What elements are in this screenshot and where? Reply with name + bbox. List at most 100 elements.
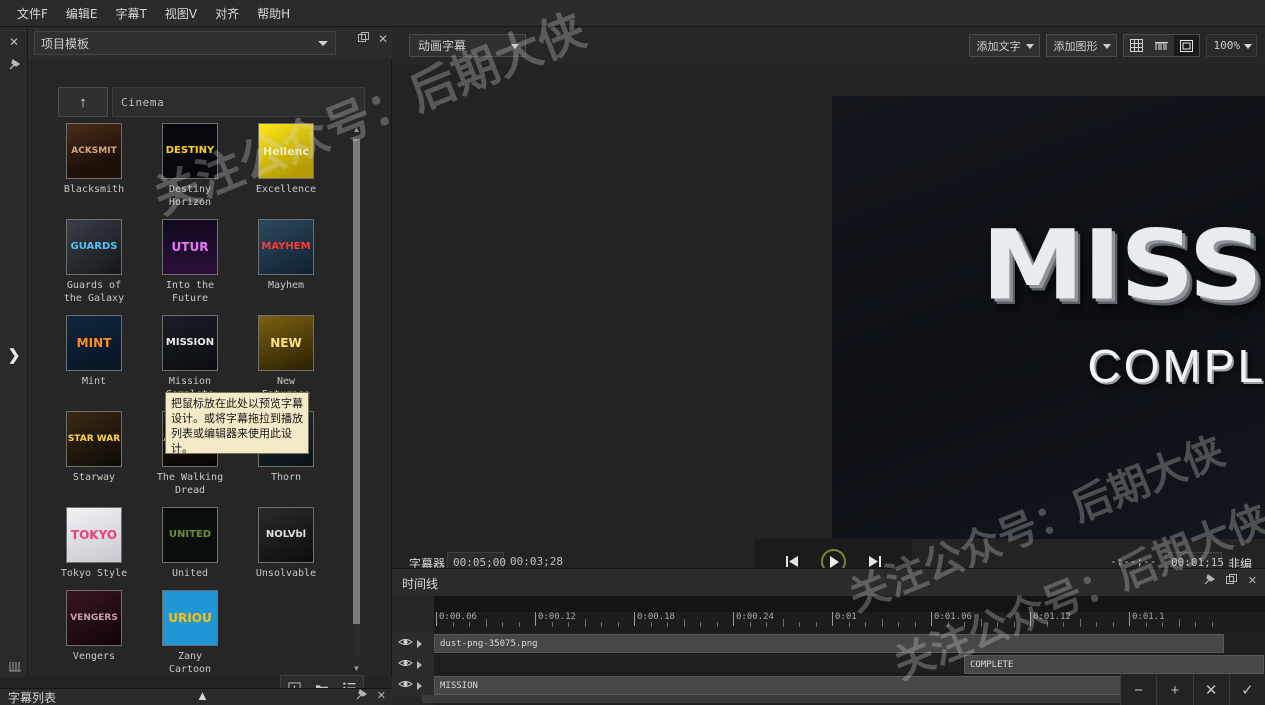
close-panel-icon[interactable]: ✕ — [377, 689, 386, 703]
current-time-value: 00:05;00 — [453, 555, 506, 569]
template-item[interactable]: NOLVbl Unsolvable — [250, 507, 322, 580]
template-item[interactable]: STAR WAR Starway — [58, 411, 130, 497]
ruler-minor-tick — [617, 622, 619, 627]
float-panel-icon[interactable] — [1225, 574, 1237, 588]
safe-area-icon[interactable] — [1149, 35, 1174, 56]
timeline-clip[interactable]: COMPLETE — [964, 655, 1264, 674]
visibility-eye-icon[interactable] — [398, 679, 413, 692]
template-thumbnail[interactable]: MAYHEM — [258, 219, 314, 275]
template-item[interactable]: ACKSMIT Blacksmith — [58, 123, 130, 209]
add-shape-button[interactable]: 添加图形 — [1045, 34, 1117, 57]
track-expand-icon[interactable] — [417, 681, 422, 690]
template-thumbnail[interactable]: UNITED — [162, 507, 218, 563]
timeline-ruler[interactable]: 0:00.06 0:00.12 0:00.18 0:00.24 0:01 0:01.06 0… — [434, 596, 1265, 633]
timeline-clip[interactable]: MISSION — [434, 676, 1134, 695]
template-item[interactable]: UTUR Into the Future — [154, 219, 226, 305]
template-item[interactable]: MAYHEM Mayhem — [250, 219, 322, 305]
chevron-up-icon[interactable]: ▲ — [196, 688, 209, 703]
template-thumbnail[interactable]: UTUR — [162, 219, 218, 275]
grid-icon[interactable] — [1124, 35, 1149, 56]
template-thumbnail[interactable]: GUARDS — [66, 219, 122, 275]
track-expand-icon[interactable] — [417, 660, 422, 669]
menu-edit[interactable]: 编辑E — [57, 1, 107, 26]
ruler-minor-tick — [980, 619, 982, 627]
menu-view[interactable]: 视图V — [156, 1, 206, 26]
template-thumbnail[interactable]: TOKYO — [66, 507, 122, 563]
timeline-clip[interactable]: dust-png-35075.png — [434, 634, 1224, 653]
menu-file[interactable]: 文件F — [8, 1, 57, 26]
visibility-eye-icon[interactable] — [398, 637, 413, 650]
pin-icon[interactable] — [1204, 574, 1215, 588]
ruler-minor-tick — [865, 622, 866, 627]
scrollbar-thumb[interactable] — [353, 139, 360, 624]
template-thumbnail[interactable]: NEW — [258, 315, 314, 371]
animation-mode-dropdown[interactable]: 动画字幕 — [409, 34, 526, 57]
ruler-minor-tick — [683, 619, 685, 627]
zoom-level-dropdown[interactable]: 100% — [1205, 34, 1257, 57]
template-caption: Into the Future — [165, 280, 215, 304]
template-thumbnail[interactable]: VENGERS — [66, 590, 122, 646]
add-text-button[interactable]: 添加文字 — [968, 34, 1040, 57]
close-panel-icon[interactable]: ✕ — [1248, 574, 1257, 588]
confirm-button[interactable]: ✓ — [1228, 674, 1265, 705]
template-scrollbar[interactable]: ▲ ▼ — [350, 123, 363, 675]
template-thumbnail[interactable]: ACKSMIT — [66, 123, 122, 179]
ruler-minor-tick — [601, 622, 602, 627]
template-item[interactable]: URIOU Zany Cartoon — [154, 590, 226, 675]
template-thumbnail-art: UTUR — [171, 240, 209, 254]
ruler-minor-tick — [1063, 622, 1064, 627]
expand-panel-chevron-icon[interactable]: ❯ — [0, 343, 28, 367]
ruler-minor-tick — [947, 622, 949, 627]
template-item[interactable]: MISSIONMission Complete — [154, 315, 226, 401]
visibility-eye-icon[interactable] — [398, 658, 413, 671]
breadcrumb[interactable]: Cinema — [112, 87, 365, 117]
pin-icon[interactable] — [0, 53, 28, 75]
menu-subtitle[interactable]: 字幕T — [107, 1, 156, 26]
menu-help[interactable]: 帮助H — [248, 1, 299, 26]
close-icon[interactable]: ✕ — [0, 31, 28, 53]
navigate-up-button[interactable]: ↑ — [58, 87, 108, 117]
timeline-track: dust-png-35075.png — [392, 633, 1265, 654]
template-thumbnail[interactable]: NOLVbl — [258, 507, 314, 563]
ruler-minor-tick — [1195, 622, 1196, 627]
track-expand-icon[interactable] — [417, 639, 422, 648]
ruler-minor-tick — [914, 622, 916, 627]
skip-next-icon[interactable] — [868, 555, 882, 568]
subtitle-list-title: 字幕列表 — [8, 691, 57, 705]
template-thumbnail[interactable]: STAR WAR — [66, 411, 122, 467]
template-item[interactable]: VENGERS Vengers — [58, 590, 130, 675]
template-thumbnail[interactable]: Hellenc — [258, 123, 314, 179]
scroll-down-icon[interactable]: ▼ — [350, 662, 363, 675]
chevron-down-icon — [1025, 44, 1034, 49]
float-panel-icon[interactable] — [357, 32, 369, 46]
ruler-label: 0:00.06 — [439, 612, 477, 622]
template-item[interactable]: DESTINY Destiny Horizon — [154, 123, 226, 209]
template-thumbnail[interactable]: MISSION — [162, 315, 218, 371]
pin-icon[interactable] — [356, 689, 367, 703]
template-thumbnail[interactable]: MINT — [66, 315, 122, 371]
add-shape-label: 添加图形 — [1053, 39, 1098, 53]
scroll-up-icon[interactable]: ▲ — [350, 123, 363, 136]
zoom-out-button[interactable]: − — [1120, 674, 1156, 705]
template-item[interactable]: NEWNew Enturage — [250, 315, 322, 401]
cancel-button[interactable]: ✕ — [1192, 674, 1229, 705]
template-caption: Guards of the Galaxy — [63, 280, 125, 304]
ruler-minor-tick — [1211, 622, 1213, 627]
template-category-dropdown[interactable]: 项目模板 — [34, 31, 336, 55]
zoom-in-button[interactable]: + — [1156, 674, 1192, 705]
template-item[interactable]: GUARDS Guards of the Galaxy — [58, 219, 130, 305]
template-caption: United — [171, 568, 209, 579]
template-thumbnail[interactable]: URIOU — [162, 590, 218, 646]
preview-canvas[interactable]: MISSION COMPLETE — [832, 96, 1265, 539]
template-caption: Mayhem — [267, 280, 305, 291]
ruler-minor-tick — [700, 622, 701, 627]
skip-previous-icon[interactable] — [785, 555, 799, 568]
frame-icon[interactable] — [1173, 35, 1199, 56]
menu-align[interactable]: 对齐 — [206, 1, 248, 26]
close-panel-icon[interactable]: ✕ — [378, 32, 388, 46]
template-item[interactable]: MINT Mint — [58, 315, 130, 401]
template-item[interactable]: UNITED United — [154, 507, 226, 580]
template-thumbnail[interactable]: DESTINY — [162, 123, 218, 179]
template-item[interactable]: Hellenc Excellence — [250, 123, 322, 209]
template-item[interactable]: TOKYO Tokyo Style — [58, 507, 130, 580]
